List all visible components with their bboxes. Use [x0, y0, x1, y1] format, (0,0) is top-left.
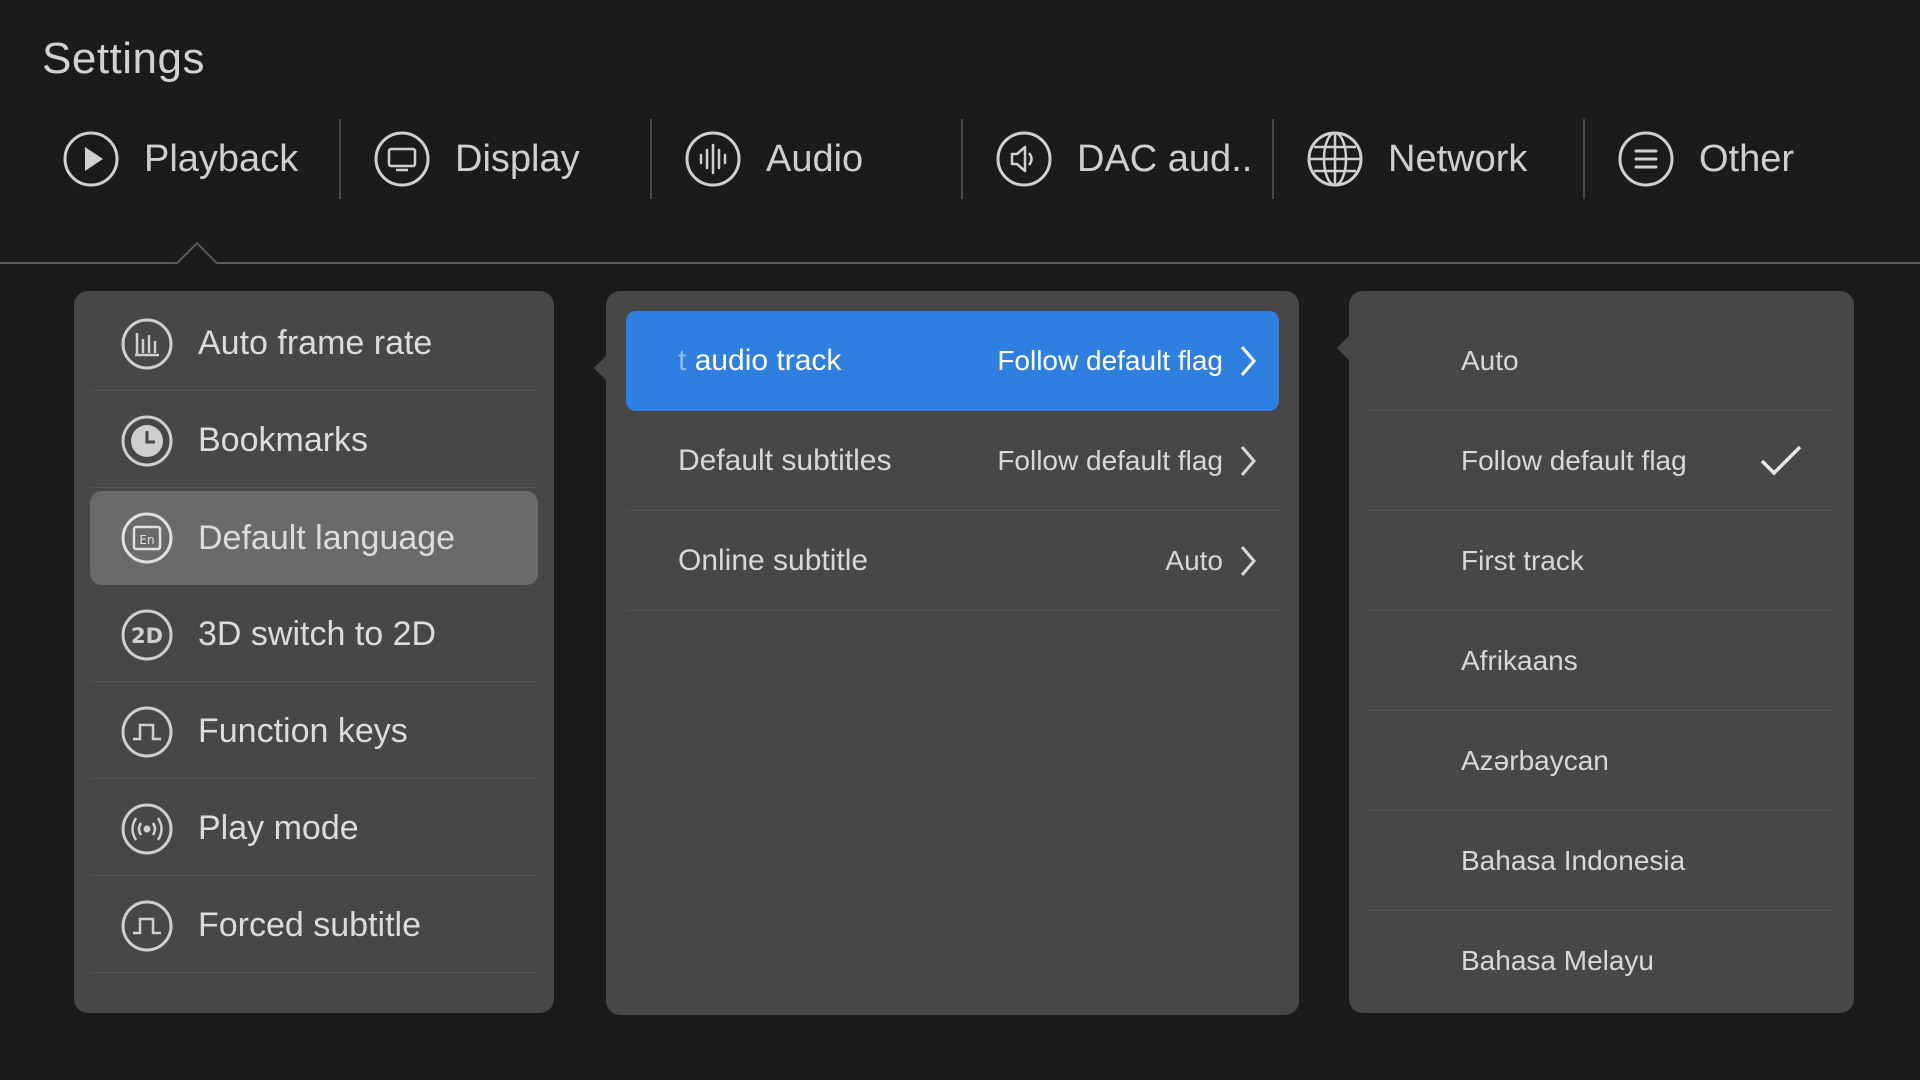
- option-label: Azərbaycan: [1461, 744, 1609, 776]
- chevron-right-icon: [1240, 545, 1256, 576]
- pulse-icon: [121, 706, 173, 757]
- playback-menu-panel: Auto frame rate Bookmarks En Default lan…: [74, 291, 554, 1013]
- page-title: Settings: [42, 34, 205, 83]
- svg-text:2D: 2D: [131, 624, 163, 648]
- option-label: Follow default flag: [1461, 444, 1687, 476]
- pulse-icon: [121, 900, 173, 951]
- language-menu-panel: t audio track Follow default flag Defaul…: [606, 291, 1299, 1015]
- menu-item-label: 3D switch to 2D: [198, 615, 437, 653]
- option-azerbaycan[interactable]: Azərbaycan: [1369, 711, 1834, 811]
- audio-wave-icon: [685, 131, 741, 187]
- option-label: Bahasa Melayu: [1461, 945, 1655, 976]
- default-subtitles-value: Follow default flag: [997, 444, 1223, 476]
- option-label: Afrikaans: [1461, 644, 1578, 676]
- menu-item-online-subtitle[interactable]: Online subtitle Auto: [626, 511, 1279, 611]
- option-bahasa-indonesia[interactable]: Bahasa Indonesia: [1369, 811, 1834, 911]
- audio-track-label: t audio track: [678, 344, 842, 377]
- option-follow-default-flag[interactable]: Follow default flag: [1369, 411, 1834, 511]
- tab-other[interactable]: Other: [1585, 118, 1894, 200]
- globe-icon: [1307, 131, 1363, 187]
- tab-network[interactable]: Network: [1274, 118, 1583, 200]
- online-subtitle-value: Auto: [1165, 544, 1223, 576]
- tab-display-label: Display: [455, 137, 580, 180]
- monitor-icon: [374, 131, 430, 187]
- menu-item-bookmarks[interactable]: Bookmarks: [90, 394, 538, 488]
- tab-other-label: Other: [1699, 137, 1795, 180]
- tab-network-label: Network: [1388, 137, 1528, 180]
- svg-text:En: En: [139, 533, 154, 547]
- tab-dac-audio[interactable]: DAC aud..: [963, 118, 1272, 200]
- language-icon: En: [121, 512, 173, 564]
- clock-icon: [121, 415, 173, 466]
- chevron-right-icon: [1240, 346, 1256, 376]
- menu-item-function-keys[interactable]: Function keys: [90, 685, 538, 779]
- menu-item-label: Default language: [198, 518, 456, 557]
- menu-item-default-subtitles[interactable]: Default subtitles Follow default flag: [626, 411, 1279, 511]
- option-label: Bahasa Indonesia: [1461, 844, 1686, 876]
- menu-item-forced-subtitle[interactable]: Forced subtitle: [90, 879, 538, 973]
- option-label: First track: [1461, 544, 1584, 576]
- play-icon: [63, 131, 119, 187]
- tab-underline: [0, 262, 1920, 264]
- menu-item-label: Function keys: [198, 712, 408, 750]
- checkmark-icon: [1760, 445, 1802, 475]
- menu-item-play-mode[interactable]: Play mode: [90, 782, 538, 876]
- audio-track-value: Follow default flag: [997, 345, 1223, 376]
- tab-dac-audio-label: DAC aud..: [1077, 137, 1253, 180]
- chevron-right-icon: [1240, 445, 1256, 476]
- menu-item-default-language[interactable]: En Default language: [90, 491, 538, 585]
- option-label: Auto: [1461, 344, 1519, 376]
- option-first-track[interactable]: First track: [1369, 511, 1834, 611]
- option-afrikaans[interactable]: Afrikaans: [1369, 611, 1834, 711]
- tab-audio[interactable]: Audio: [652, 118, 961, 200]
- bar-chart-icon: [121, 318, 173, 369]
- menu-icon: [1618, 131, 1674, 187]
- tab-display[interactable]: Display: [341, 118, 650, 200]
- tab-bar: Playback Display Audio DAC aud.. Network…: [30, 118, 1894, 200]
- broadcast-icon: [121, 803, 173, 854]
- active-tab-indicator: [175, 241, 219, 285]
- online-subtitle-label: Online subtitle: [678, 543, 869, 577]
- menu-item-label: Bookmarks: [198, 421, 369, 459]
- option-bahasa-melayu[interactable]: Bahasa Melayu: [1369, 911, 1834, 1011]
- menu-item-label: Auto frame rate: [198, 324, 433, 362]
- tab-playback-label: Playback: [144, 137, 299, 180]
- menu-item-auto-frame-rate[interactable]: Auto frame rate: [90, 297, 538, 391]
- menu-item-label: Forced subtitle: [198, 906, 421, 944]
- default-subtitles-label: Default subtitles: [678, 443, 892, 477]
- tab-audio-label: Audio: [766, 137, 864, 180]
- speaker-icon: [996, 131, 1052, 187]
- 2d-icon: 2D: [121, 609, 173, 660]
- options-panel: Auto Follow default flag First track Afr…: [1349, 291, 1854, 1013]
- option-auto[interactable]: Auto: [1369, 311, 1834, 411]
- tab-playback[interactable]: Playback: [30, 118, 339, 200]
- menu-item-label: Play mode: [198, 809, 359, 847]
- menu-item-audio-track[interactable]: t audio track Follow default flag: [626, 311, 1279, 411]
- menu-item-3d-switch-to-2d[interactable]: 2D 3D switch to 2D: [90, 588, 538, 682]
